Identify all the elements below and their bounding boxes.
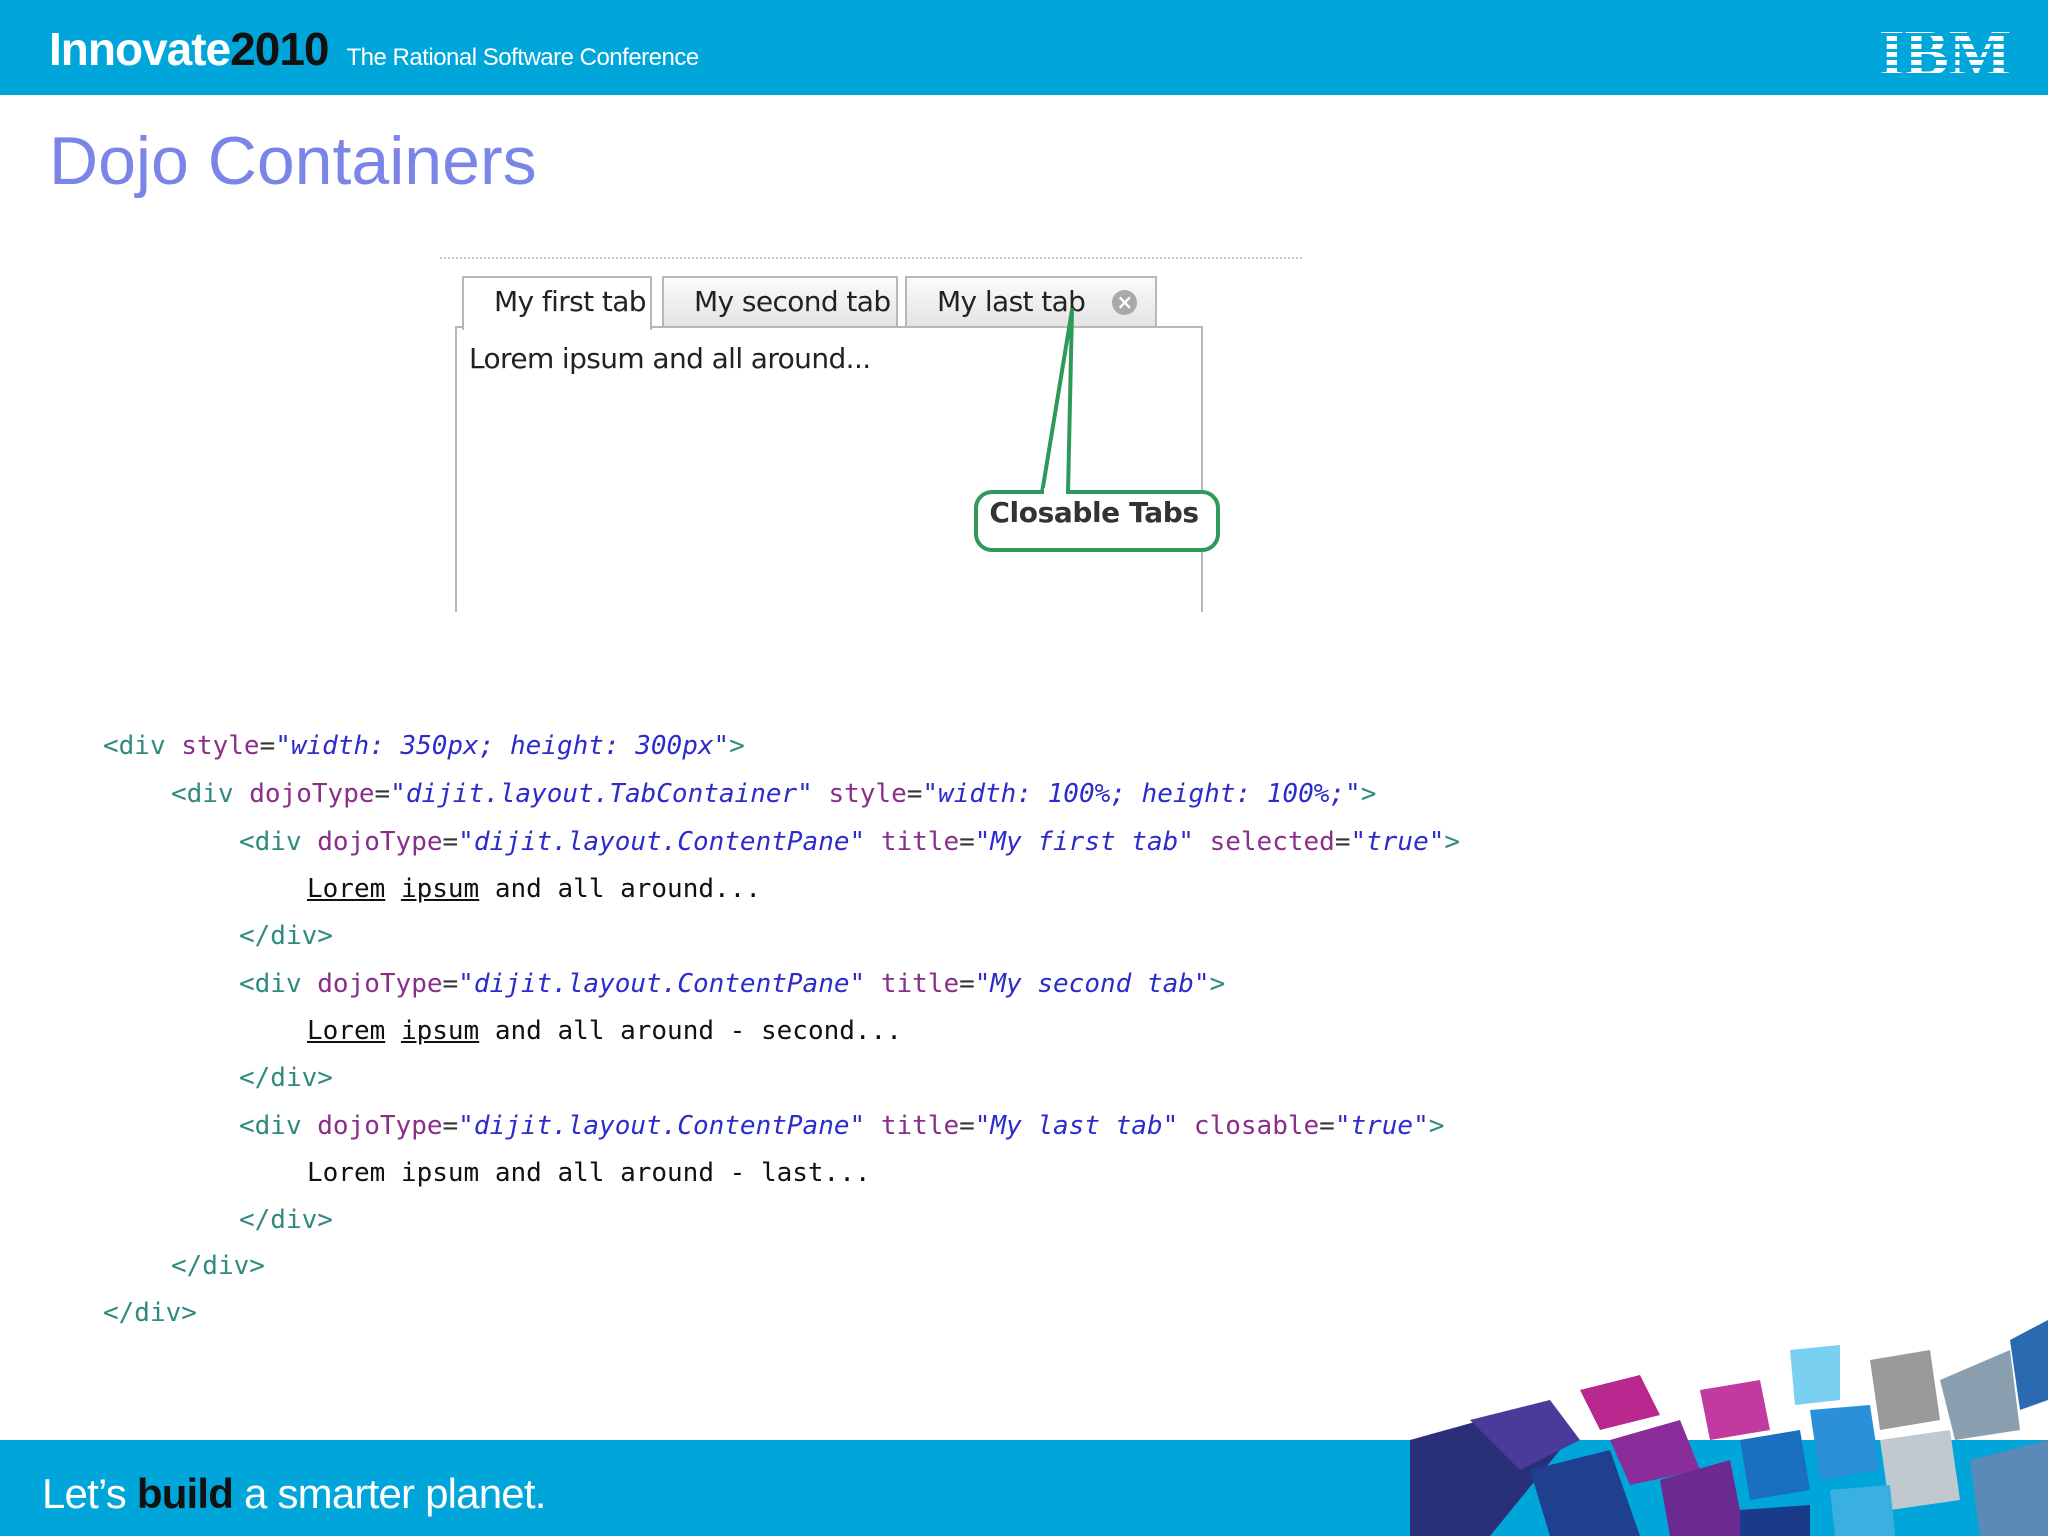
callout-closable-tabs: Closable Tabs bbox=[989, 496, 1199, 529]
code-line: Lorem ipsum and all around... bbox=[307, 874, 761, 904]
callout-pointer bbox=[974, 308, 1220, 552]
code-line: <div dojoType="dijit.layout.ContentPane"… bbox=[239, 827, 1461, 857]
conference-brand: Innovate2010 The Rational Software Confer… bbox=[49, 22, 699, 76]
tagline-bold: build bbox=[136, 1470, 234, 1517]
code-line: Lorem ipsum and all around - last... bbox=[307, 1158, 871, 1188]
tagline-part: Let’s bbox=[42, 1470, 127, 1517]
footer-tagline: Let’s build a smarter planet. bbox=[42, 1470, 546, 1518]
code-line: <div dojoType="dijit.layout.ContentPane"… bbox=[239, 969, 1226, 999]
code-line: <div style="width: 350px; height: 300px"… bbox=[103, 731, 745, 761]
conference-subtitle: The Rational Software Conference bbox=[346, 44, 700, 71]
slide-title: Dojo Containers bbox=[49, 123, 537, 199]
ibm-logo: IBM bbox=[1879, 20, 2011, 78]
smarter-planet-mosaic bbox=[1410, 1320, 2048, 1536]
tagline-part: a smarter planet. bbox=[244, 1470, 546, 1517]
code-line: <div dojoType="dijit.layout.TabContainer… bbox=[171, 779, 1377, 809]
brand-word: Innovate bbox=[49, 23, 231, 75]
code-line: </div> bbox=[239, 1063, 333, 1093]
code-line: </div> bbox=[171, 1251, 265, 1281]
brand-year: 2010 bbox=[230, 23, 329, 75]
tab-container-screenshot: My first tab My second tab My last tab ×… bbox=[440, 250, 1302, 620]
ibm-logo-text: IBM bbox=[1879, 20, 2011, 78]
code-line: </div> bbox=[239, 921, 333, 951]
code-line: </div> bbox=[103, 1298, 197, 1328]
code-line: Lorem ipsum and all around - second... bbox=[307, 1016, 902, 1046]
code-line: <div dojoType="dijit.layout.ContentPane"… bbox=[239, 1111, 1445, 1141]
code-line: </div> bbox=[239, 1205, 333, 1235]
